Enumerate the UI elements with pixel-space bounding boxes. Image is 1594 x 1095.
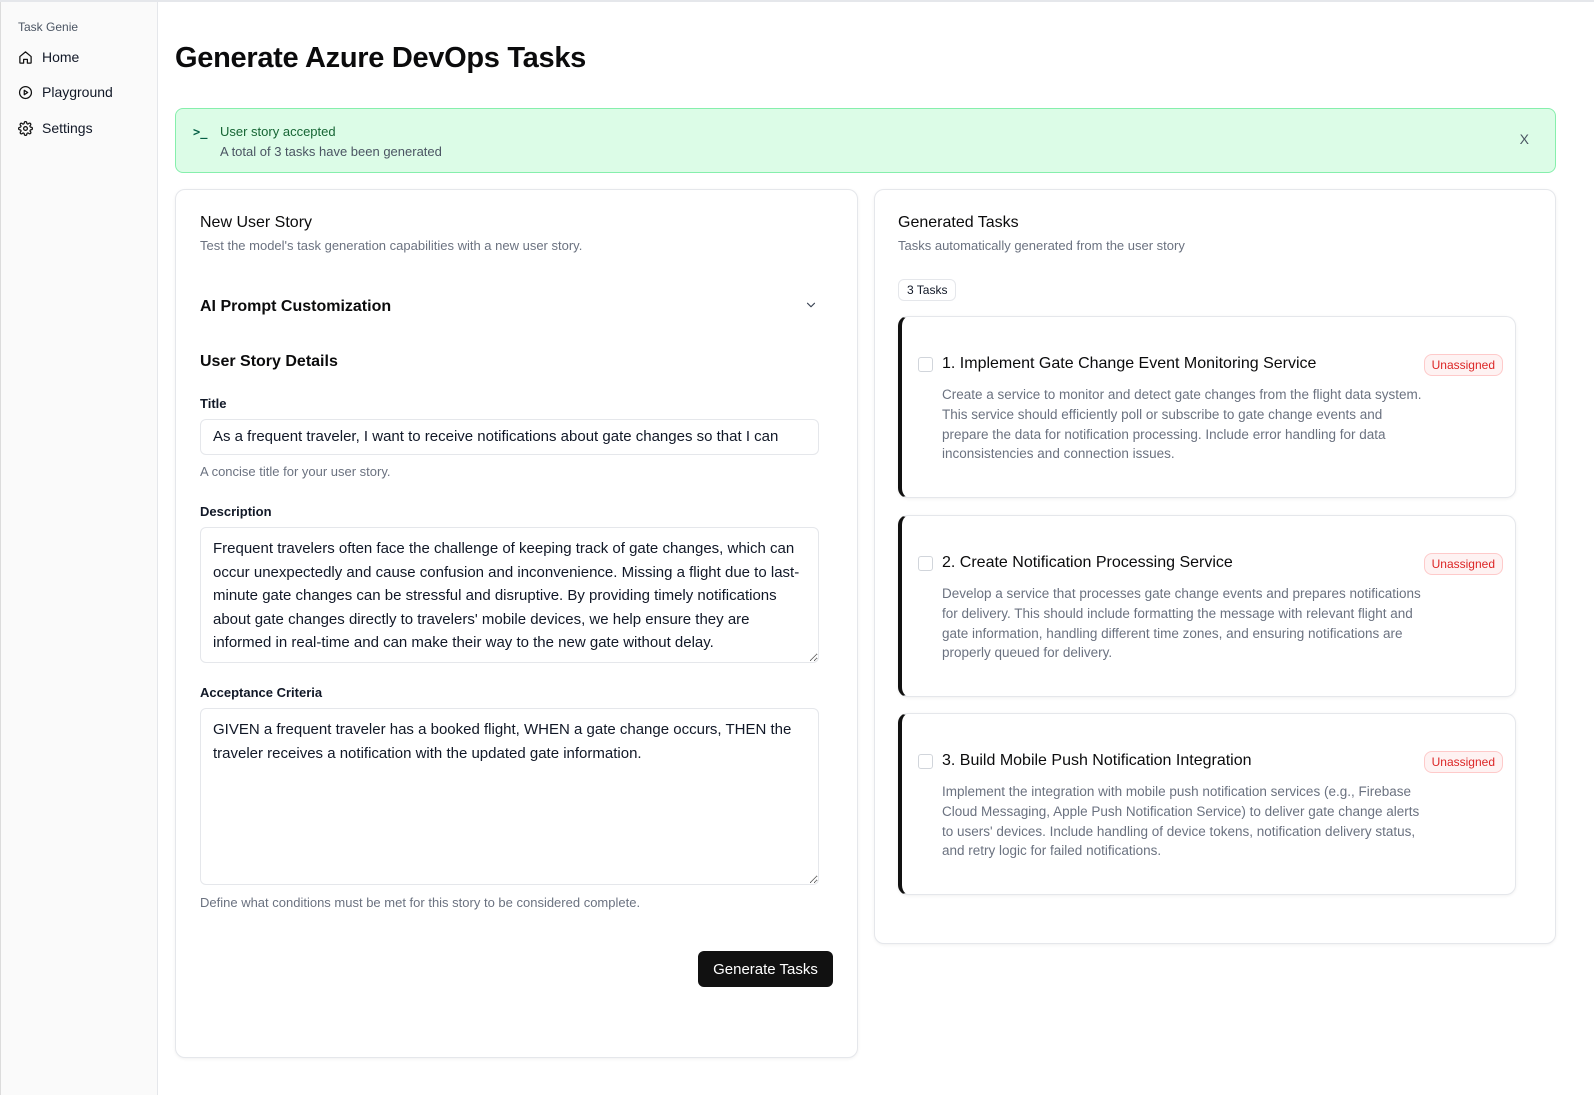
acceptance-criteria-label: Acceptance Criteria (200, 685, 323, 700)
sidebar-item-label: Settings (42, 120, 93, 136)
task-card: 1. Implement Gate Change Event Monitorin… (898, 316, 1516, 498)
sidebar-item-settings[interactable]: Settings (9, 113, 151, 143)
alert-description: A total of 3 tasks have been generated (220, 144, 442, 159)
page-title: Generate Azure DevOps Tasks (175, 42, 586, 74)
success-alert: >_ User story accepted A total of 3 task… (175, 108, 1556, 173)
gear-icon (18, 120, 33, 136)
terminal-icon: >_ (193, 125, 208, 139)
status-badge: Unassigned (1423, 751, 1503, 773)
task-checkbox[interactable] (918, 556, 933, 571)
status-badge: Unassigned (1423, 354, 1503, 376)
task-card: 3. Build Mobile Push Notification Integr… (898, 713, 1516, 895)
ai-prompt-customization-toggle[interactable]: AI Prompt Customization (200, 298, 391, 316)
sidebar-item-label: Home (42, 49, 80, 65)
task-title: 2. Create Notification Processing Servic… (942, 554, 1233, 571)
acceptance-criteria-helper: Define what conditions must be met for t… (200, 895, 641, 910)
task-description: Develop a service that processes gate ch… (942, 586, 1421, 661)
task-description: Implement the integration with mobile pu… (942, 784, 1420, 859)
user-story-details-heading: User Story Details (200, 353, 338, 370)
generate-tasks-button[interactable]: Generate Tasks (698, 951, 833, 987)
sidebar-item-playground[interactable]: Playground (9, 77, 151, 107)
task-checkbox[interactable] (918, 357, 933, 372)
sidebar-item-label: Playground (42, 84, 113, 100)
chevron-down-icon[interactable] (804, 298, 818, 312)
description-label: Description (200, 504, 272, 519)
home-icon (19, 50, 32, 64)
task-card: 2. Create Notification Processing Servic… (898, 515, 1516, 697)
new-user-story-card: New User Story Test the model's task gen… (175, 189, 858, 1058)
alert-close-button[interactable]: X (1520, 131, 1529, 147)
sidebar-item-home[interactable]: Home (9, 42, 151, 72)
top-border (0, 0, 1594, 2)
play-circle-icon (18, 85, 33, 99)
task-title: 3. Build Mobile Push Notification Integr… (942, 752, 1252, 769)
card-subtitle: Test the model's task generation capabil… (200, 238, 583, 253)
card-title: Generated Tasks (898, 214, 1019, 231)
status-badge: Unassigned (1423, 553, 1503, 575)
alert-title: User story accepted (220, 124, 336, 139)
title-helper: A concise title for your user story. (200, 464, 391, 479)
task-description: Create a service to monitor and detect g… (942, 387, 1422, 462)
app-brand: Task Genie (18, 20, 79, 34)
title-label: Title (200, 396, 227, 411)
task-count-badge: 3 Tasks (898, 279, 957, 301)
description-textarea[interactable]: Frequent travelers often face the challe… (200, 527, 819, 663)
task-checkbox[interactable] (918, 754, 933, 769)
acceptance-criteria-textarea[interactable]: GIVEN a frequent traveler has a booked f… (200, 708, 819, 885)
sidebar: Task Genie Home Playground Settings (0, 2, 158, 1095)
task-title: 1. Implement Gate Change Event Monitorin… (942, 355, 1317, 372)
title-input[interactable]: As a frequent traveler, I want to receiv… (200, 419, 819, 455)
card-title: New User Story (200, 214, 313, 231)
card-subtitle: Tasks automatically generated from the u… (898, 238, 1185, 253)
